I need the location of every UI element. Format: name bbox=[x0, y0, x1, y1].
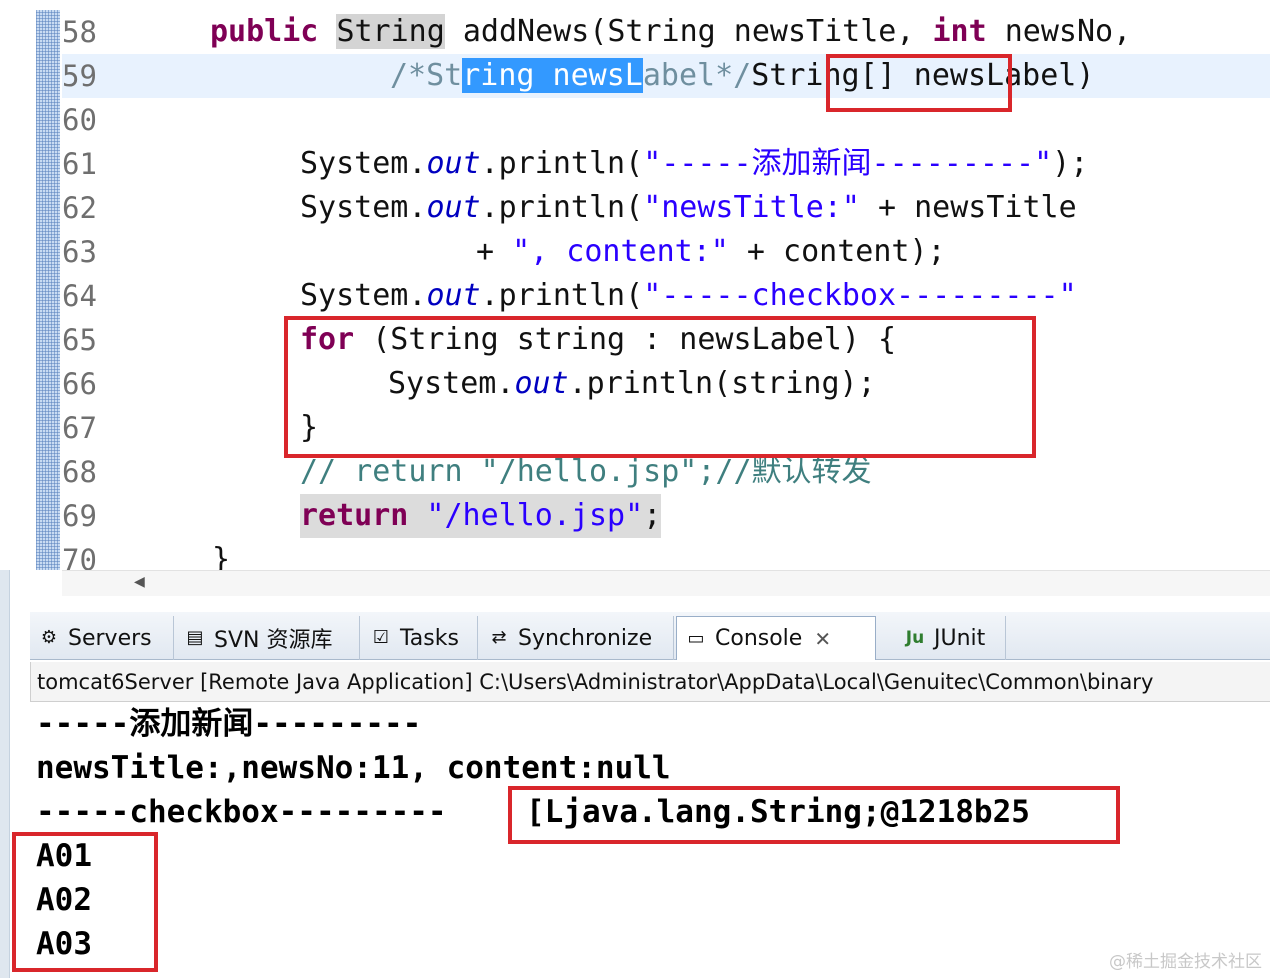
annotation-ruler bbox=[36, 10, 60, 570]
console-output-line: A02 bbox=[36, 882, 92, 918]
text-selection: ring newsL bbox=[462, 58, 643, 93]
console-process-title: tomcat6Server [Remote Java Application] … bbox=[30, 662, 1270, 702]
tab-svn-repository[interactable]: ▤ SVN 资源库 bbox=[176, 616, 360, 660]
code-editor[interactable]: 58 public String addNews(String newsTitl… bbox=[0, 0, 1270, 570]
code-line-65: 65 for (String string : newsLabel) { bbox=[62, 318, 1270, 362]
tab-label: SVN 资源库 bbox=[214, 628, 333, 653]
code-line-63: 63 + ", content:" + content); bbox=[62, 230, 1270, 274]
console-output-array-ref: [Ljava.lang.String;@1218b25 bbox=[526, 794, 1030, 830]
code-text: } bbox=[212, 542, 231, 570]
tab-label: Synchronize bbox=[518, 625, 653, 651]
code-text: System.out.println("-----checkbox-------… bbox=[300, 278, 1077, 313]
code-text: System.out.println("newsTitle:" + newsTi… bbox=[300, 190, 1077, 225]
code-text: System.out.println(string); bbox=[388, 366, 876, 401]
line-number: 65 bbox=[62, 323, 97, 357]
code-line-62: 62 System.out.println("newsTitle:" + new… bbox=[62, 186, 1270, 230]
console-output-line: -----checkbox--------- bbox=[36, 794, 447, 830]
tab-label: Console bbox=[715, 626, 803, 651]
console-output-line: A01 bbox=[36, 838, 92, 874]
console-output-line: -----添加新闻--------- bbox=[36, 706, 422, 742]
line-number: 67 bbox=[62, 411, 97, 445]
tab-tasks[interactable]: ☑ Tasks bbox=[362, 616, 478, 660]
line-number: 68 bbox=[62, 455, 97, 489]
code-line-60: 60 bbox=[62, 98, 1270, 142]
code-text: System.out.println("-----添加新闻---------")… bbox=[300, 146, 1089, 181]
tab-junit[interactable]: Ju JUnit bbox=[896, 616, 1006, 660]
code-line-68: 68 // return "/hello.jsp";//默认转发 bbox=[62, 450, 1270, 494]
code-line-61: 61 System.out.println("-----添加新闻--------… bbox=[62, 142, 1270, 186]
watermark: @稀土掘金技术社区 bbox=[1109, 952, 1262, 972]
servers-icon: ⚙ bbox=[40, 627, 58, 648]
line-number: 62 bbox=[62, 191, 97, 225]
tab-synchronize[interactable]: ⇄ Synchronize bbox=[480, 616, 674, 660]
code-comment: // return "/hello.jsp";//默认转发 bbox=[300, 454, 872, 489]
line-number: 70 bbox=[62, 543, 97, 570]
code-text: return "/hello.jsp"; bbox=[300, 494, 662, 538]
code-text: + ", content:" + content); bbox=[476, 234, 946, 269]
code-line-67: 67 } bbox=[62, 406, 1270, 450]
tab-servers[interactable]: ⚙ Servers bbox=[30, 616, 174, 660]
line-number: 63 bbox=[62, 235, 97, 269]
code-text: public String addNews(String newsTitle, … bbox=[210, 14, 1132, 49]
editor-horizontal-scrollbar[interactable]: ◀ bbox=[62, 570, 1270, 596]
synchronize-icon: ⇄ bbox=[491, 627, 507, 648]
svn-repository-icon: ▤ bbox=[186, 627, 204, 648]
tab-label: Servers bbox=[68, 625, 152, 651]
scroll-left-icon[interactable]: ◀ bbox=[134, 574, 145, 590]
console-icon: ▭ bbox=[687, 627, 705, 649]
code-line-59: 59 /*String newsLabel*/String[] newsLabe… bbox=[62, 54, 1270, 98]
line-number: 60 bbox=[62, 103, 97, 137]
line-number: 69 bbox=[62, 499, 97, 533]
code-text: /*String newsLabel*/String[] newsLabel) bbox=[390, 58, 1095, 93]
code-line-64: 64 System.out.println("-----checkbox----… bbox=[62, 274, 1270, 318]
tasks-icon: ☑ bbox=[372, 627, 390, 648]
code-text: for (String string : newsLabel) { bbox=[300, 322, 897, 357]
code-line-69: 69 return "/hello.jsp"; bbox=[62, 494, 1270, 538]
tab-label: JUnit bbox=[934, 625, 986, 651]
code-line-58: 58 public String addNews(String newsTitl… bbox=[62, 10, 1270, 54]
line-number: 58 bbox=[62, 15, 97, 49]
console-output-line: newsTitle:,newsNo:11, content:null bbox=[36, 750, 671, 786]
code-line-66: 66 System.out.println(string); bbox=[62, 362, 1270, 406]
bottom-panel: ⚙ Servers ▤ SVN 资源库 ☑ Tasks ⇄ Synchroniz… bbox=[12, 612, 1270, 978]
junit-icon: Ju bbox=[905, 628, 925, 648]
line-number: 59 bbox=[62, 59, 97, 93]
line-number: 61 bbox=[62, 147, 97, 181]
code-text: } bbox=[300, 410, 319, 445]
line-number: 66 bbox=[62, 367, 97, 401]
line-number: 64 bbox=[62, 279, 97, 313]
tab-console[interactable]: ▭ Console ✕ bbox=[676, 616, 876, 660]
close-icon[interactable]: ✕ bbox=[814, 627, 831, 651]
view-tab-bar: ⚙ Servers ▤ SVN 资源库 ☑ Tasks ⇄ Synchroniz… bbox=[30, 612, 1270, 660]
code-line-70: 70 } bbox=[62, 538, 1270, 570]
console-output-line: A03 bbox=[36, 926, 92, 962]
tab-label: Tasks bbox=[400, 625, 459, 651]
